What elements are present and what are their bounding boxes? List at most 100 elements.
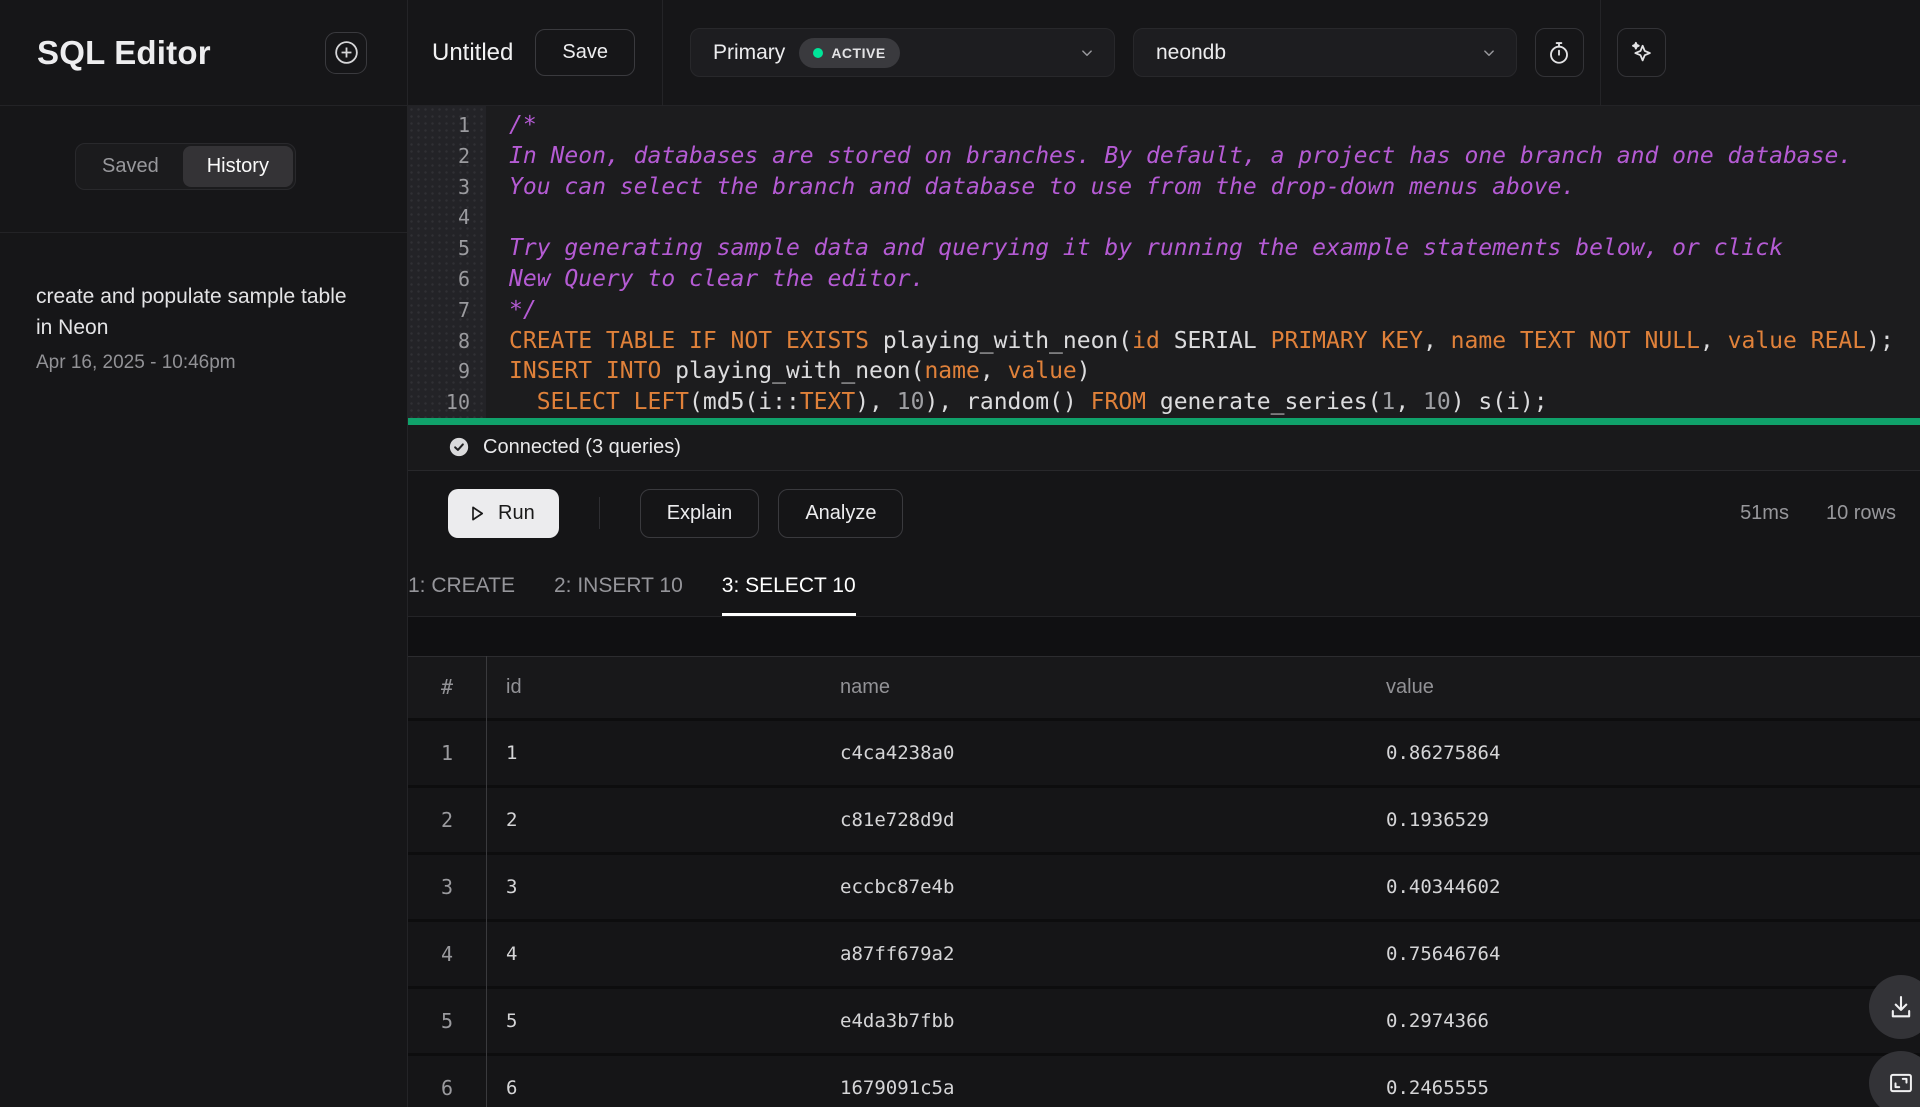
new-query-button[interactable] (325, 32, 367, 74)
table-cell: c81e728d9d (820, 809, 1366, 831)
history-item-title: create and populate sample table in Neon (36, 281, 348, 343)
line-number: 6 (408, 264, 486, 295)
line-number: 3 (408, 172, 486, 203)
doc-title: Untitled (432, 39, 513, 67)
result-tab-3[interactable]: 3: SELECT 10 (722, 556, 856, 616)
line-number: 9 (408, 356, 486, 387)
table-cell: 4 (486, 943, 820, 965)
page-title: SQL Editor (37, 34, 211, 72)
tab-history[interactable]: History (183, 146, 293, 187)
ai-assist-button[interactable] (1617, 28, 1666, 77)
table-cell: 1 (486, 742, 820, 764)
chevron-down-icon (1078, 44, 1096, 62)
history-item[interactable]: create and populate sample table in Neon… (36, 281, 371, 374)
table-cell: 0.86275864 (1366, 742, 1920, 764)
column-header: name (820, 676, 1366, 699)
code-lines: 1/*2In Neon, databases are stored on bra… (408, 110, 1920, 418)
result-tab-1[interactable]: 1: CREATE (408, 556, 515, 616)
code-line: 8CREATE TABLE IF NOT EXISTS playing_with… (408, 326, 1920, 357)
history-item-date: Apr 16, 2025 - 10:46pm (36, 352, 371, 374)
results-table: #idnamevalue 11c4ca4238a00.8627586422c81… (408, 617, 1920, 1107)
sidebar-tabs: Saved History (0, 106, 407, 190)
line-number: 8 (408, 326, 486, 357)
code-text: */ (486, 295, 537, 326)
code-text: You can select the branch and database t… (486, 172, 1575, 203)
table-cell: eccbc87e4b (820, 876, 1366, 898)
table-row[interactable]: 55e4da3b7fbb0.2974366 (408, 989, 1920, 1056)
history-list: create and populate sample table in Neon… (0, 233, 407, 422)
selected-query-highlight (408, 418, 1920, 425)
result-tab-2[interactable]: 2: INSERT 10 (554, 556, 683, 616)
table-cell: 0.1936529 (1366, 809, 1920, 831)
line-number: 4 (408, 202, 486, 233)
code-line: 2In Neon, databases are stored on branch… (408, 141, 1920, 172)
circle-plus-icon (333, 39, 360, 66)
connection-status-label: Connected (3 queries) (483, 436, 681, 459)
table-cell: 0.2465555 (1366, 1077, 1920, 1099)
save-button[interactable]: Save (535, 29, 635, 76)
code-line: 9INSERT INTO playing_with_neon(name, val… (408, 356, 1920, 387)
code-line: 4 (408, 202, 1920, 233)
branch-status-badge: ACTIVE (799, 38, 899, 68)
table-cell: c4ca4238a0 (820, 742, 1366, 764)
editor-toolbar: Untitled Save Primary ACTIVE neondb (408, 0, 1920, 106)
result-tabs: 1: CREATE 2: INSERT 10 3: SELECT 10 (408, 556, 1920, 617)
table-cell: 4 (408, 942, 486, 966)
branch-status-label: ACTIVE (831, 45, 885, 61)
expand-icon (1887, 1069, 1915, 1097)
chevron-down-icon (1480, 44, 1498, 62)
table-cell: 3 (408, 875, 486, 899)
check-circle-icon (448, 436, 470, 458)
sql-editor[interactable]: 1/*2In Neon, databases are stored on bra… (408, 106, 1920, 425)
table-row[interactable]: 661679091c5a0.2465555 (408, 1056, 1920, 1107)
query-history-button[interactable] (1535, 28, 1584, 77)
line-number: 7 (408, 295, 486, 326)
code-text (486, 202, 509, 233)
query-row-count: 10 rows (1826, 502, 1896, 525)
table-body: 11c4ca4238a00.8627586422c81e728d9d0.1936… (408, 721, 1920, 1107)
column-header: # (408, 675, 486, 699)
table-cell: a87ff679a2 (820, 943, 1366, 965)
code-text: CREATE TABLE IF NOT EXISTS playing_with_… (486, 326, 1894, 357)
table-cell: e4da3b7fbb (820, 1010, 1366, 1032)
branch-select[interactable]: Primary ACTIVE (690, 28, 1115, 77)
table-header: #idnamevalue (408, 656, 1920, 721)
run-button[interactable]: Run (448, 489, 559, 538)
download-icon (1887, 993, 1915, 1021)
table-cell: 6 (408, 1076, 486, 1100)
table-cell: 5 (408, 1009, 486, 1033)
column-header: value (1366, 676, 1920, 699)
code-text: SELECT LEFT(md5(i::TEXT), 10), random() … (486, 387, 1548, 418)
play-icon (466, 503, 487, 524)
toolbar-divider (662, 0, 663, 106)
branch-name: Primary (713, 41, 785, 65)
table-row[interactable]: 22c81e728d9d0.1936529 (408, 788, 1920, 855)
code-line: 5Try generating sample data and querying… (408, 233, 1920, 264)
database-name: neondb (1156, 41, 1226, 65)
saved-history-toggle: Saved History (75, 143, 296, 190)
table-cell: 1 (408, 741, 486, 765)
explain-button[interactable]: Explain (640, 489, 760, 538)
table-cell: 5 (486, 1010, 820, 1032)
table-cell: 2 (408, 808, 486, 832)
table-row[interactable]: 44a87ff679a20.75646764 (408, 922, 1920, 989)
stopwatch-icon (1546, 40, 1572, 66)
green-dot-icon (813, 48, 823, 58)
line-number: 10 (408, 387, 486, 418)
actions-row: Run Explain Analyze 51ms 10 rows (408, 471, 1920, 556)
tab-saved[interactable]: Saved (78, 146, 183, 187)
table-row[interactable]: 33eccbc87e4b0.40344602 (408, 855, 1920, 922)
connection-status: Connected (3 queries) (408, 425, 1920, 471)
table-cell: 0.40344602 (1366, 876, 1920, 898)
sidebar-header: SQL Editor (0, 0, 407, 106)
table-cell: 2 (486, 809, 820, 831)
table-cell: 0.2974366 (1366, 1010, 1920, 1032)
row-number-separator (486, 656, 487, 1107)
table-cell: 3 (486, 876, 820, 898)
analyze-button[interactable]: Analyze (778, 489, 903, 538)
table-row[interactable]: 11c4ca4238a00.86275864 (408, 721, 1920, 788)
database-select[interactable]: neondb (1133, 28, 1517, 77)
column-header: id (486, 676, 820, 699)
line-number: 2 (408, 141, 486, 172)
code-text: New Query to clear the editor. (486, 264, 924, 295)
